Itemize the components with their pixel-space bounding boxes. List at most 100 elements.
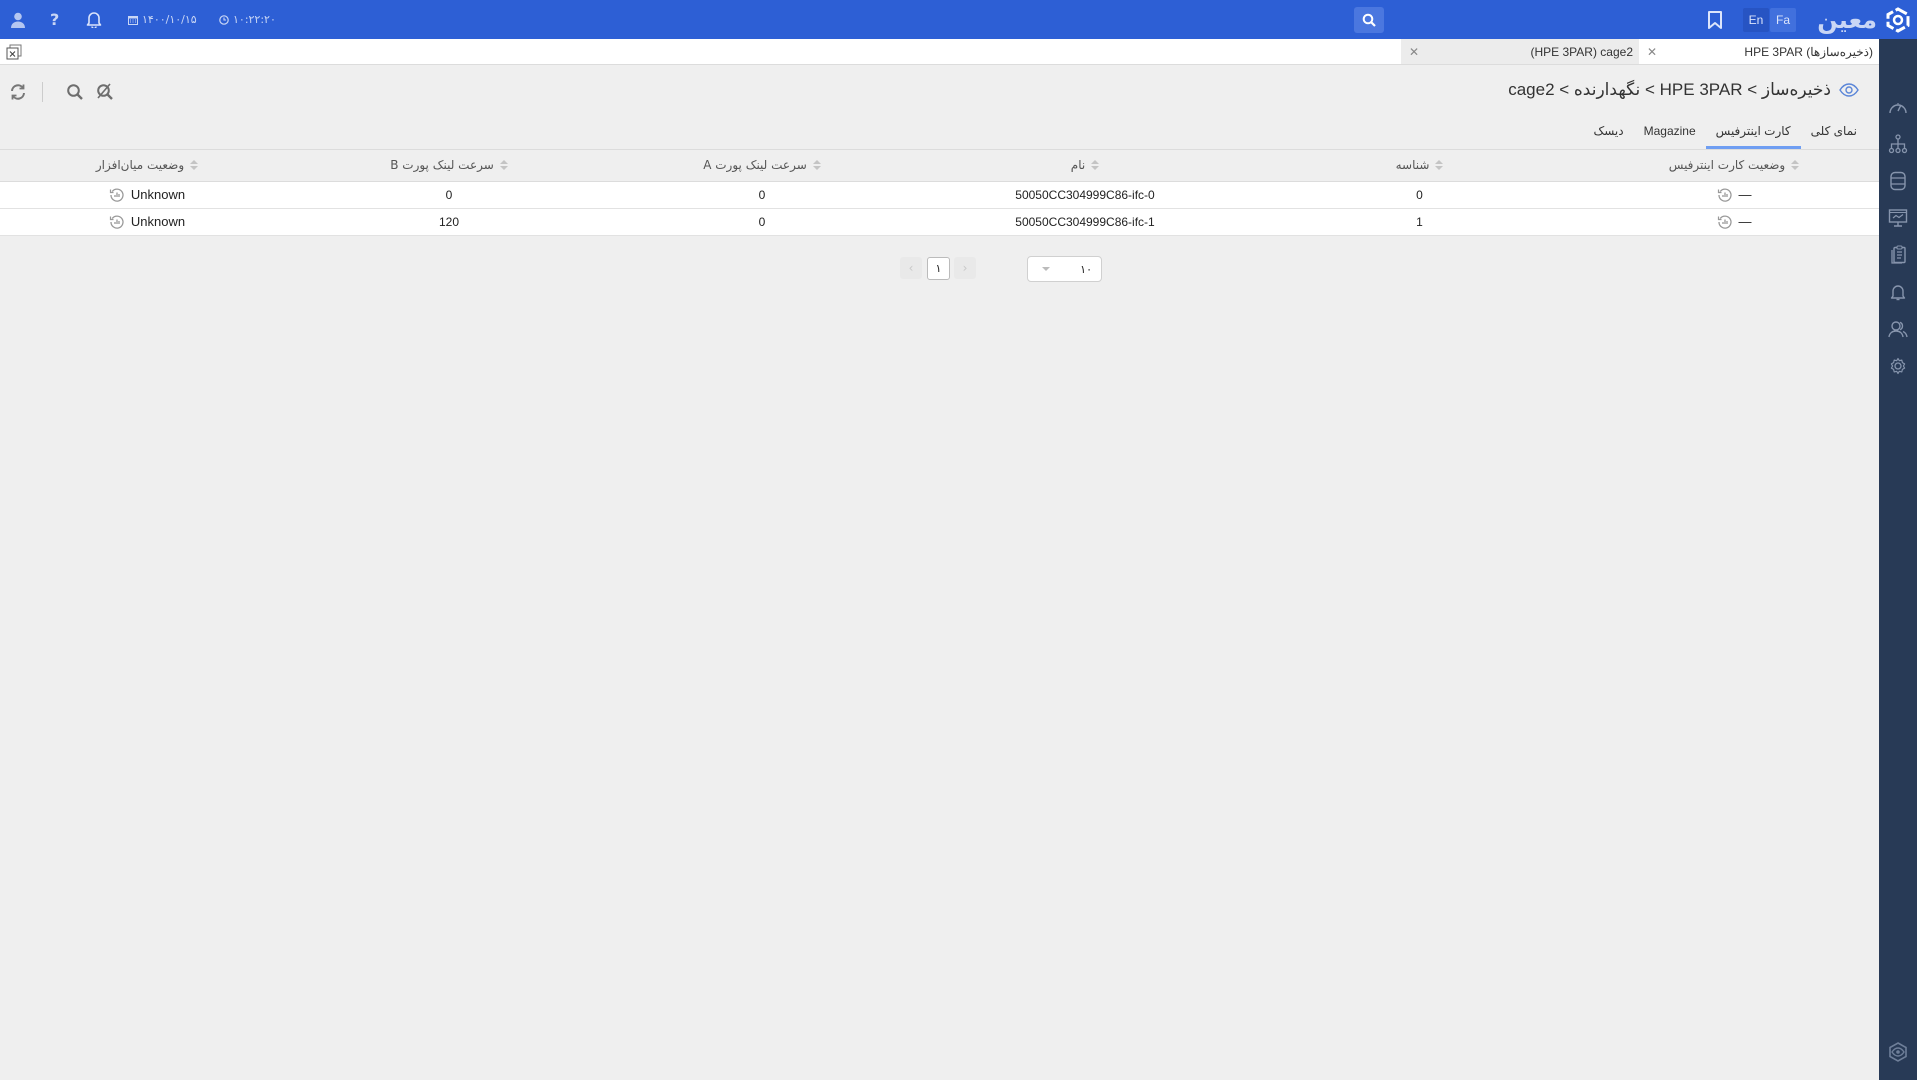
cell-card-status: — <box>1589 181 1879 209</box>
history-chart-icon[interactable] <box>1717 187 1733 203</box>
firmware-value: Unknown <box>130 214 186 229</box>
refresh-button[interactable] <box>8 82 28 102</box>
user-menu-button[interactable] <box>10 0 26 39</box>
page-header: ذخیره‌ساز > HPE 3PAR > نگهدارنده > cage2 <box>1508 80 1859 100</box>
topology-icon <box>1888 134 1908 154</box>
cell-firmware-status: Unknown <box>0 208 294 236</box>
column-label: سرعت لینک پورت A <box>703 158 807 173</box>
settings-icon <box>1890 357 1906 375</box>
column-label: نام <box>1070 158 1086 173</box>
history-chart-icon[interactable] <box>1717 214 1733 230</box>
sidebar-item-topology[interactable] <box>1888 134 1908 154</box>
search-icon <box>67 84 83 100</box>
column-header-id[interactable]: شناسه <box>1250 150 1589 182</box>
interface-card-table: وضعیت کارت اینترفیس شناسه نام سرعت لینک … <box>0 150 1879 236</box>
clear-search-button[interactable] <box>95 82 115 102</box>
bookmark-icon <box>1708 10 1722 29</box>
sidebar-item-settings[interactable] <box>1888 356 1908 376</box>
column-header-name[interactable]: نام <box>920 150 1250 182</box>
global-search-button[interactable] <box>1354 7 1384 33</box>
cell-id: 1 <box>1250 208 1589 236</box>
history-chart-icon[interactable] <box>109 187 125 203</box>
doc-tab-cage2[interactable]: ✕ (HPE 3PAR) cage2 <box>1401 39 1639 64</box>
right-sidebar <box>1879 39 1917 1080</box>
close-all-icon <box>6 44 22 60</box>
pagination: ‹ ۱ › ۱۰ <box>0 256 1879 282</box>
sidebar-item-reports[interactable] <box>1888 245 1908 265</box>
lang-en-button[interactable]: En <box>1743 8 1769 32</box>
doc-tab-label: (HPE 3PAR) cage2 <box>1530 44 1634 59</box>
firmware-value: Unknown <box>130 187 186 202</box>
sidebar-item-monitoring[interactable] <box>1888 208 1908 228</box>
close-all-tabs-button[interactable] <box>6 44 22 60</box>
sidebar-item-users[interactable] <box>1888 319 1908 339</box>
sort-icon[interactable] <box>499 160 508 171</box>
close-tab-icon[interactable]: ✕ <box>1647 45 1657 59</box>
sidebar-item-dashboard[interactable] <box>1888 97 1908 117</box>
tab-disk[interactable]: دیسک <box>1583 115 1633 149</box>
next-page-button[interactable]: › <box>954 257 976 279</box>
lang-fa-button[interactable]: Fa <box>1770 8 1796 32</box>
top-header: معین Fa En ? ۱۴۰۰/۱۰/۱۵ ۱۰:۲۲:۲۰ <box>0 0 1917 39</box>
storage-icon <box>1890 171 1906 191</box>
sort-icon[interactable] <box>190 160 199 171</box>
table-header-row: وضعیت کارت اینترفیس شناسه نام سرعت لینک … <box>0 150 1879 182</box>
tab-overview[interactable]: نمای کلی <box>1801 115 1867 149</box>
column-label: شناسه <box>1395 158 1430 173</box>
search-icon <box>1362 13 1376 27</box>
cell-port-b-speed: 0 <box>294 181 604 209</box>
column-header-card-status[interactable]: وضعیت کارت اینترفیس <box>1589 150 1879 182</box>
prev-page-button[interactable]: ‹ <box>900 257 922 279</box>
toolbar-divider <box>42 82 43 102</box>
notifications-button[interactable] <box>86 0 102 39</box>
column-label: وضعیت میان‌افزار <box>95 158 185 173</box>
sort-icon[interactable] <box>1091 160 1100 171</box>
logo-icon <box>1886 6 1910 33</box>
brand-eye-icon <box>1889 1042 1907 1062</box>
page-number-button[interactable]: ۱ <box>927 257 950 280</box>
history-chart-icon[interactable] <box>109 214 125 230</box>
sort-icon[interactable] <box>812 160 821 171</box>
user-icon <box>11 12 25 28</box>
table-row[interactable]: — 0 50050CC304999C86-ifc-0 0 0 Unknown <box>0 181 1879 209</box>
cell-id: 0 <box>1250 181 1589 209</box>
sidebar-item-alerts[interactable] <box>1888 282 1908 302</box>
close-tab-icon[interactable]: ✕ <box>1409 45 1419 59</box>
column-header-firmware-status[interactable]: وضعیت میان‌افزار <box>0 150 294 182</box>
app-logo[interactable]: معین <box>1817 0 1911 39</box>
reports-icon <box>1891 245 1906 264</box>
doc-tab-storage-list[interactable]: ✕ HPE 3PAR (ذخیره‌سازها) <box>1639 39 1879 64</box>
column-header-port-a-speed[interactable]: سرعت لینک پورت A <box>604 150 920 182</box>
sort-icon[interactable] <box>1435 160 1444 171</box>
eye-icon <box>1839 83 1859 97</box>
breadcrumb: ذخیره‌ساز > HPE 3PAR > نگهدارنده > cage2 <box>1508 80 1831 99</box>
help-icon: ? <box>50 10 60 29</box>
sidebar-item-storage[interactable] <box>1888 171 1908 191</box>
tab-magazine[interactable]: Magazine <box>1634 115 1706 149</box>
help-button[interactable]: ? <box>50 0 59 39</box>
column-label: وضعیت کارت اینترفیس <box>1668 158 1786 173</box>
main-content: ذخیره‌ساز > HPE 3PAR > نگهدارنده > cage2… <box>0 65 1879 1080</box>
search-button[interactable] <box>65 82 85 102</box>
users-icon <box>1888 321 1908 338</box>
status-value: — <box>1738 214 1752 229</box>
cell-name: 50050CC304999C86-ifc-1 <box>920 208 1250 236</box>
bell-icon <box>86 12 102 28</box>
cell-port-a-speed: 0 <box>604 208 920 236</box>
cell-port-a-speed: 0 <box>604 181 920 209</box>
sort-icon[interactable] <box>1791 160 1800 171</box>
logo-text: معین <box>1817 5 1877 34</box>
page-size-select[interactable]: ۱۰ <box>1027 256 1102 282</box>
date-display: ۱۴۰۰/۱۰/۱۵ <box>128 0 197 39</box>
sidebar-footer-brand <box>1888 1042 1908 1062</box>
bookmark-button[interactable] <box>1707 0 1723 39</box>
refresh-icon <box>11 84 25 100</box>
time-text: ۱۰:۲۲:۲۰ <box>233 13 276 26</box>
table-row[interactable]: — 1 50050CC304999C86-ifc-1 0 120 Unknown <box>0 208 1879 236</box>
column-label: سرعت لینک پورت B <box>390 158 494 173</box>
clock-icon <box>219 14 229 25</box>
dashboard-icon <box>1889 103 1907 114</box>
tab-interface-card[interactable]: کارت اینترفیس <box>1705 115 1801 149</box>
column-header-port-b-speed[interactable]: سرعت لینک پورت B <box>294 150 604 182</box>
cell-port-b-speed: 120 <box>294 208 604 236</box>
